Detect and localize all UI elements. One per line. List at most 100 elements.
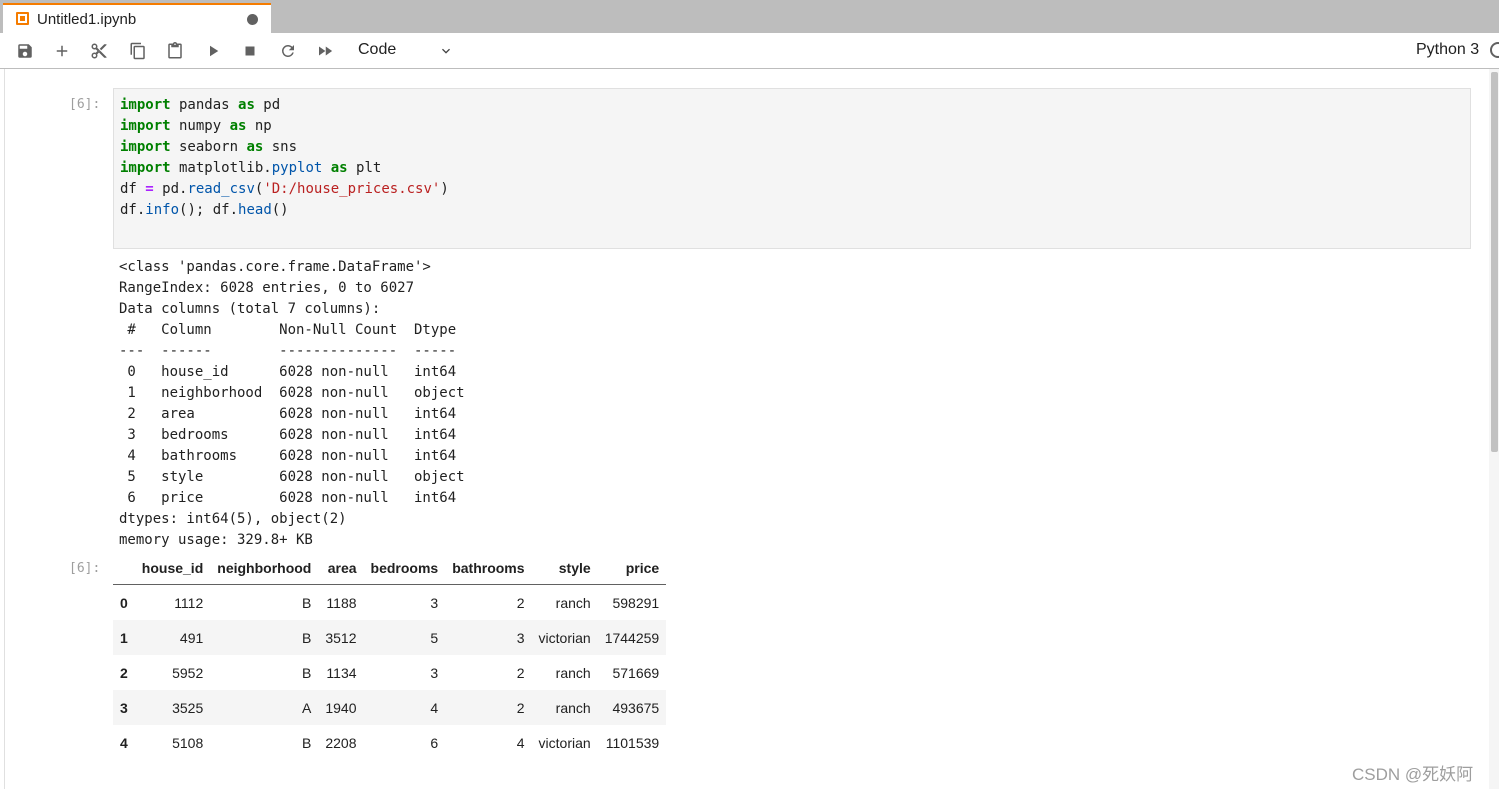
- table-cell: 5108: [172, 734, 204, 751]
- table-cell: ranch: [555, 699, 591, 716]
- table-cell: 4: [516, 734, 525, 751]
- tab-title: Untitled1.ipynb: [37, 11, 137, 28]
- table-cell: A: [302, 699, 312, 716]
- table-cell: B: [302, 629, 312, 646]
- row-index: 1: [120, 629, 128, 646]
- scrollbar-thumb[interactable]: [1491, 72, 1498, 452]
- watermark: CSDN @死妖阿: [1352, 765, 1474, 784]
- table-cell: ranch: [555, 594, 591, 611]
- copy-icon[interactable]: [128, 41, 148, 61]
- column-header: price: [597, 557, 667, 585]
- stdout-line: Data columns (total 7 columns):: [119, 301, 381, 317]
- cell-type-select[interactable]: Code: [358, 41, 396, 59]
- cut-icon[interactable]: [89, 41, 109, 61]
- table-cell: 4: [430, 699, 439, 716]
- table-cell: ranch: [555, 664, 591, 681]
- column-header: [113, 557, 135, 585]
- tab-bar: Untitled1.ipynb: [0, 0, 1499, 33]
- stdout-line: 4 bathrooms 6028 non-null int64: [119, 448, 465, 464]
- code-line: import numpy as np: [120, 118, 272, 134]
- table-row: 1 491 B 3512 5 3 victorian 1744259: [113, 620, 667, 655]
- table-cell: 1188: [326, 594, 357, 611]
- table-row: 4 5108 B 2208 6 4 victorian 1101539: [113, 725, 667, 760]
- table-cell: B: [302, 734, 312, 751]
- save-icon[interactable]: [15, 41, 35, 61]
- table-cell: 3: [516, 629, 525, 646]
- unsaved-dot-icon[interactable]: [247, 14, 258, 25]
- table-cell: 3525: [172, 699, 204, 716]
- table-cell: 3: [430, 594, 439, 611]
- table-cell: 1744259: [604, 629, 660, 646]
- stdout-line: 0 house_id 6028 non-null int64: [119, 364, 465, 380]
- stdout-line: dtypes: int64(5), object(2): [119, 511, 347, 527]
- add-icon[interactable]: [52, 41, 72, 61]
- column-header: house_id: [134, 557, 211, 585]
- column-header: neighborhood: [210, 557, 319, 585]
- table-cell: 2: [516, 594, 525, 611]
- table-cell: 571669: [612, 664, 660, 681]
- stdout-line: 5 style 6028 non-null object: [119, 469, 465, 485]
- table-cell: 2: [516, 699, 525, 716]
- stdout-line: RangeIndex: 6028 entries, 0 to 6027: [119, 280, 415, 296]
- column-header: area: [318, 557, 364, 585]
- table-cell: 2: [516, 664, 525, 681]
- table-cell: B: [302, 594, 312, 611]
- table-cell: 598291: [612, 594, 660, 611]
- column-header: style: [531, 557, 598, 585]
- table-cell: 1112: [174, 594, 204, 611]
- code-line: df.info(); df.head(): [120, 202, 289, 218]
- fast-forward-icon[interactable]: [315, 41, 335, 61]
- stdout-line: <class 'pandas.core.frame.DataFrame'>: [119, 259, 431, 275]
- stdout-line: --- ------ -------------- -----: [119, 343, 465, 359]
- notebook-border: [4, 69, 5, 789]
- table-cell: B: [302, 664, 312, 681]
- stdout-line: memory usage: 329.8+ KB: [119, 532, 313, 548]
- stdout-line: 3 bedrooms 6028 non-null int64: [119, 427, 465, 443]
- table-row: 3 3525 A 1940 4 2 ranch 493675: [113, 690, 667, 725]
- table-cell: 1101539: [605, 734, 660, 751]
- stdout-line: # Column Non-Null Count Dtype: [119, 322, 465, 338]
- column-header: bedrooms: [363, 557, 446, 585]
- table-header-row: house_id neighborhood area bedrooms bath…: [113, 557, 667, 585]
- notebook-toolbar: Code Python 3: [0, 33, 1499, 69]
- table-cell: 1134: [326, 664, 357, 681]
- table-cell: 5952: [172, 664, 204, 681]
- table-cell: 1940: [325, 699, 357, 716]
- column-header: bathrooms: [445, 557, 532, 585]
- stdout-line: 2 area 6028 non-null int64: [119, 406, 465, 422]
- table-cell: 493675: [612, 699, 660, 716]
- table-cell: 2208: [325, 734, 357, 751]
- table-cell: victorian: [538, 734, 591, 751]
- code-cell-editor[interactable]: import pandas as pd import numpy as np i…: [113, 88, 1471, 249]
- restart-icon[interactable]: [278, 41, 298, 61]
- row-index: 2: [120, 664, 128, 681]
- table-row: 2 5952 B 1134 3 2 ranch 571669: [113, 655, 667, 690]
- table-cell: 6: [430, 734, 439, 751]
- code-line: df = pd.read_csv('D:/house_prices.csv'): [120, 181, 449, 197]
- paste-icon[interactable]: [165, 41, 185, 61]
- stdout-line: 6 price 6028 non-null int64: [119, 490, 465, 506]
- code-line: import pandas as pd: [120, 97, 281, 113]
- table-cell: 3: [430, 664, 439, 681]
- stdout-line: 1 neighborhood 6028 non-null object: [119, 385, 465, 401]
- table-cell: 3512: [325, 629, 357, 646]
- code-line: import matplotlib.pyplot as plt: [120, 160, 382, 176]
- kernel-status-icon: [1490, 42, 1499, 58]
- table-cell: 491: [179, 629, 204, 646]
- table-cell: victorian: [538, 629, 591, 646]
- kernel-name[interactable]: Python 3: [1416, 41, 1479, 59]
- stop-icon[interactable]: [240, 41, 260, 61]
- output-prompt: [6]:: [69, 561, 101, 576]
- run-icon[interactable]: [203, 41, 223, 61]
- notebook-icon: [16, 12, 29, 25]
- row-index: 3: [120, 699, 128, 716]
- row-index: 4: [120, 734, 128, 751]
- chevron-down-icon[interactable]: [438, 43, 454, 59]
- code-line: import seaborn as sns: [120, 139, 298, 155]
- table-row: 0 1112 B 1188 3 2 ranch 598291: [113, 584, 667, 620]
- row-index: 0: [120, 594, 128, 611]
- notebook-tab[interactable]: Untitled1.ipynb: [3, 3, 271, 33]
- table-cell: 5: [430, 629, 439, 646]
- dataframe-table: house_id neighborhood area bedrooms bath…: [113, 557, 667, 760]
- input-prompt: [6]:: [69, 97, 101, 112]
